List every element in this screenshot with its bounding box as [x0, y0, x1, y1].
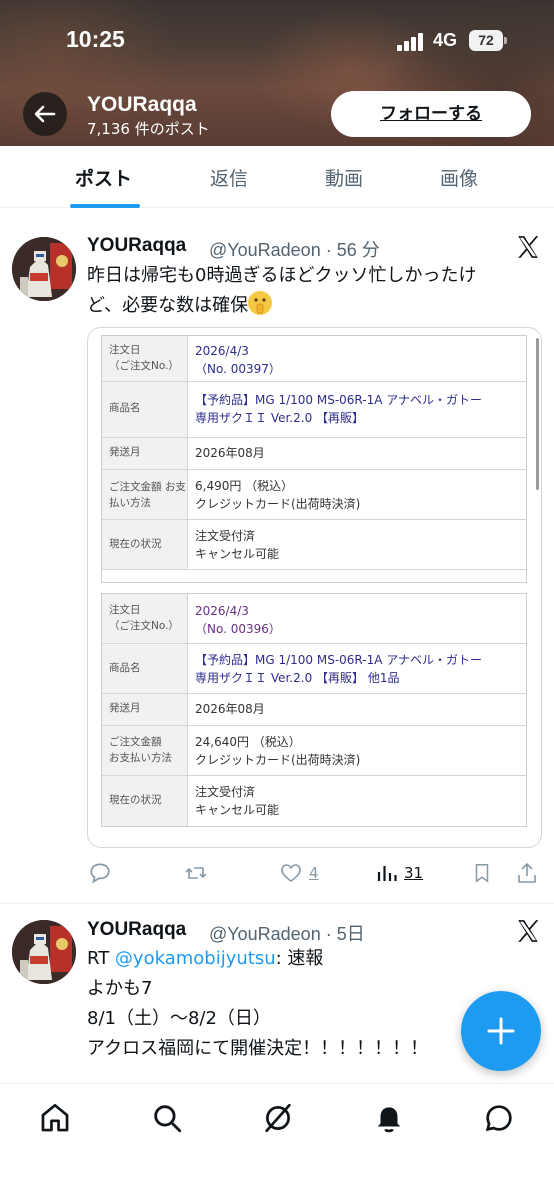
tab-videos[interactable]: 動画	[325, 164, 363, 191]
tab-posts[interactable]: ポスト	[75, 164, 132, 191]
tweet-divider	[0, 903, 554, 904]
tweet-author-name[interactable]: YOURaqqa	[87, 235, 186, 257]
follow-button[interactable]: フォローする	[331, 91, 531, 137]
tweet-image[interactable]: 注文日 （ご注文No.） 2026/4/3 （No. 00397） 商品名 【予約…	[87, 327, 542, 848]
tweet-actions: 4 31	[87, 858, 542, 888]
reply-icon[interactable]	[87, 858, 113, 888]
tab-images[interactable]: 画像	[440, 164, 478, 191]
avatar[interactable]	[12, 237, 76, 301]
tweet-handle-time: @YouRadeon · 56 分	[209, 240, 380, 260]
image-scrollbar	[536, 338, 539, 490]
avatar-image	[12, 237, 76, 301]
order-table: 注文日 （ご注文No.） 2026/4/3 （No. 00397） 商品名 【予約…	[101, 335, 527, 583]
compose-button[interactable]	[461, 991, 541, 1071]
bottom-nav	[0, 1083, 554, 1200]
table-row: 商品名 【予約品】MG 1/100 MS-06R-1A アナベル・ガトー 専用ザク…	[102, 382, 526, 438]
table-row: 現在の状況 注文受付済 キャンセル可能	[102, 520, 526, 570]
search-icon[interactable]	[150, 1101, 184, 1135]
retweet-icon[interactable]	[184, 858, 208, 888]
table-row: 発送月 2026年08月	[102, 438, 526, 470]
x-logo-icon	[518, 236, 539, 258]
battery-level: 72	[469, 30, 503, 51]
signal-icon	[397, 33, 427, 51]
bookmark-icon[interactable]	[471, 858, 493, 888]
tab-indicator	[70, 204, 140, 208]
grok-icon[interactable]	[261, 1101, 295, 1135]
back-arrow-icon	[34, 105, 56, 123]
tweet-handle-time: @YouRadeon · 5日	[209, 924, 365, 944]
views-icon[interactable]	[375, 858, 399, 888]
back-button[interactable]	[23, 92, 67, 136]
profile-name: YOURaqqa	[87, 93, 197, 116]
status-time: 10:25	[66, 26, 125, 52]
like-count: 4	[309, 864, 319, 882]
table-row: 商品名 【予約品】MG 1/100 MS-06R-1A アナベル・ガトー 専用ザク…	[102, 644, 526, 694]
table-row: 注文日 （ご注文No.） 2026/4/3 （No. 00397）	[102, 336, 526, 382]
tab-replies[interactable]: 返信	[210, 164, 248, 191]
like-icon[interactable]	[279, 858, 303, 888]
share-icon[interactable]	[515, 858, 539, 888]
shushing-face-emoji	[248, 291, 273, 315]
table-row: 現在の状況 注文受付済 キャンセル可能	[102, 776, 526, 826]
battery-icon	[504, 37, 507, 44]
tweet-text: 昨日は帰宅も0時過ぎるほどクッソ忙しかったけ ど、必要な数は確保	[87, 265, 477, 316]
order-table: 注文日 （ご注文No.） 2026/4/3 （No. 00396） 商品名 【予約…	[101, 593, 527, 827]
table-row: ご注文金額 お支払い方法 24,640円 （税込） クレジットカード(出荷時決済)	[102, 726, 526, 776]
avatar-image	[12, 920, 76, 984]
compose-plus-icon	[487, 1017, 515, 1045]
table-row: ご注文金額 お支払い方法 6,490円 （税込） クレジットカード(出荷時決済)	[102, 470, 526, 520]
home-icon[interactable]	[38, 1101, 72, 1135]
post-count: 7,136 件のポスト	[87, 120, 210, 138]
messages-icon[interactable]	[482, 1101, 516, 1135]
tweet-author-name[interactable]: YOURaqqa	[87, 919, 186, 941]
notifications-icon[interactable]	[372, 1101, 406, 1135]
view-count: 31	[404, 864, 424, 882]
mention-link[interactable]: @yokamobijyutsu	[115, 948, 276, 969]
table-row: 注文日 （ご注文No.） 2026/4/3 （No. 00396）	[102, 594, 526, 644]
profile-tabs: ポスト 返信 動画 画像	[0, 146, 554, 208]
x-logo-icon	[518, 920, 539, 942]
table-row: 発送月 2026年08月	[102, 694, 526, 726]
avatar[interactable]	[12, 920, 76, 984]
network-type: 4G	[433, 30, 458, 50]
